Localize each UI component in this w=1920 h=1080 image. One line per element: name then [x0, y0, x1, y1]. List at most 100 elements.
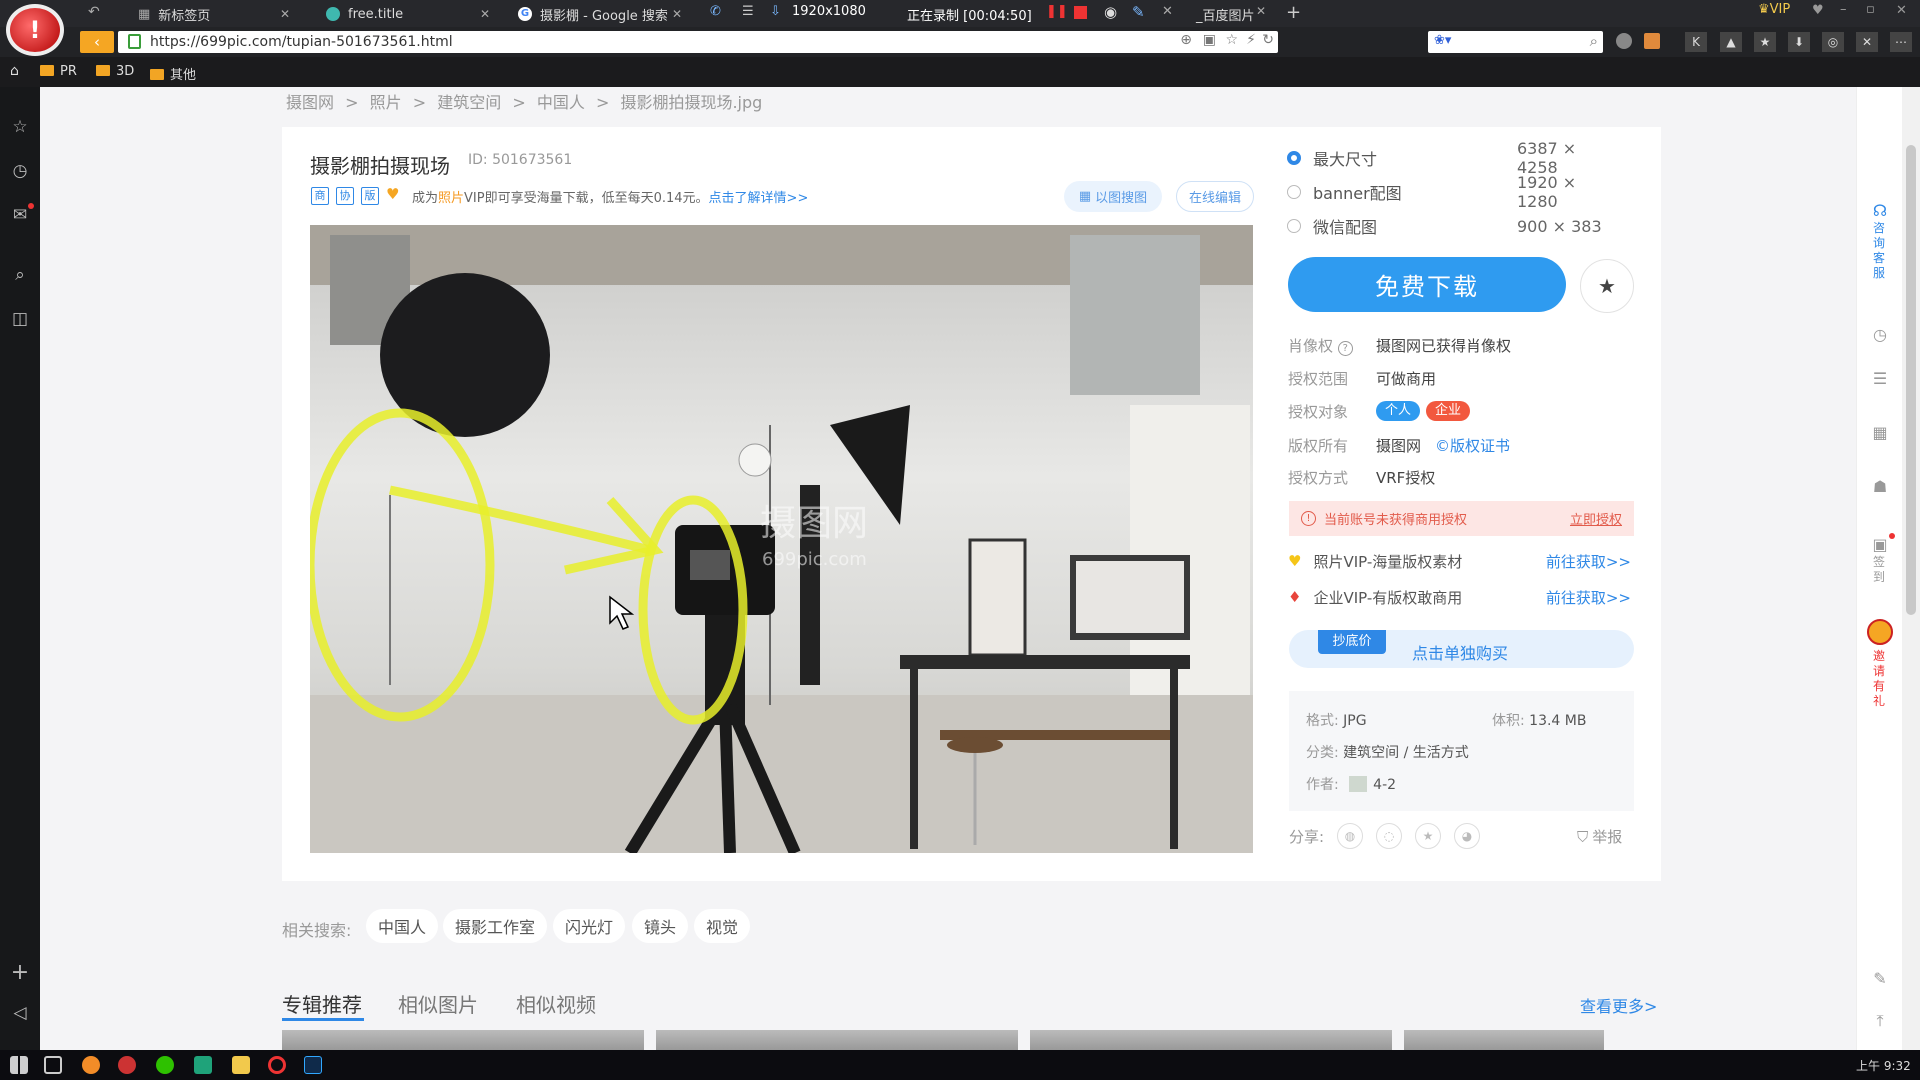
qzone-icon[interactable]: ★ — [1415, 823, 1441, 849]
pin-icon[interactable]: ⇩ — [770, 4, 781, 19]
related-tag[interactable]: 视觉 — [694, 909, 751, 943]
related-tag[interactable]: 闪光灯 — [553, 909, 626, 943]
flash-icon[interactable]: ⚡ — [1246, 32, 1256, 48]
signin-icon[interactable]: ▣ — [1870, 535, 1890, 554]
scrollbar-thumb[interactable] — [1906, 145, 1916, 615]
qq-icon[interactable]: ◍ — [1337, 823, 1363, 849]
windows-start-icon[interactable] — [10, 1056, 28, 1074]
lock-toolbar-icon[interactable]: ▲ — [1720, 32, 1742, 52]
maximize-icon[interactable]: ▫ — [1866, 2, 1875, 17]
camera-icon[interactable]: ◉ — [1104, 3, 1117, 21]
wechat-icon[interactable]: ◌ — [1376, 823, 1402, 849]
history-icon[interactable]: ◷ — [1870, 325, 1890, 344]
search-icon[interactable]: ⌕ — [1590, 32, 1598, 50]
search-by-image-button[interactable]: ▦ 以图搜图 — [1064, 181, 1162, 212]
collapse-icon[interactable]: ◁ — [10, 1003, 30, 1023]
bookmark-folder-pr[interactable]: PR — [40, 64, 77, 79]
url-input[interactable]: https://699pic.com/tupian-501673561.html… — [118, 31, 1278, 53]
signin-label[interactable]: 签到 — [1873, 555, 1889, 585]
tab-free-title[interactable]: free.title ✕ — [316, 2, 496, 26]
radio-icon[interactable] — [1287, 219, 1301, 233]
album-thumbnail[interactable] — [656, 1030, 1018, 1050]
photoshop-icon[interactable] — [304, 1056, 322, 1074]
history-clock-icon[interactable]: ◷ — [10, 161, 30, 181]
app-icon[interactable] — [118, 1056, 136, 1074]
pause-icon[interactable]: ❚❚ — [1046, 4, 1068, 19]
star-icon[interactable]: ☆ — [1225, 32, 1238, 48]
customer-service-label[interactable]: 咨询客服 — [1873, 221, 1889, 281]
breadcrumb-item[interactable]: 摄图网 — [286, 93, 334, 112]
file-explorer-icon[interactable] — [232, 1056, 250, 1074]
related-tag[interactable]: 镜头 — [632, 909, 689, 943]
album-thumbnail[interactable] — [1030, 1030, 1392, 1050]
mail-icon[interactable]: ✉ — [10, 205, 30, 225]
favorites-star-icon[interactable]: ☆ — [10, 117, 30, 137]
bookmark-folder-other[interactable]: 其他 — [150, 64, 196, 83]
refresh-icon[interactable]: ↻ — [1262, 32, 1274, 48]
download-icon[interactable]: ⬇ — [1788, 32, 1810, 52]
customer-service-icon[interactable]: ☊ — [1870, 201, 1890, 220]
view-more-link[interactable]: 查看更多> — [1580, 993, 1657, 1017]
phone-icon[interactable]: ✆ — [710, 4, 721, 19]
agreement-badge[interactable]: 协 — [336, 187, 354, 205]
skin-icon[interactable]: ♥ — [1812, 3, 1824, 18]
close-icon[interactable]: ✕ — [672, 7, 682, 21]
task-view-icon[interactable] — [44, 1056, 62, 1074]
bookmark-folder-3d[interactable]: 3D — [96, 64, 134, 79]
size-option-banner[interactable]: banner配图 1920 × 1280 — [1287, 173, 1607, 211]
report-button[interactable]: ⛉ 举报 — [1577, 826, 1622, 847]
back-to-top-icon[interactable]: ⤒ — [1870, 1011, 1890, 1031]
menu-icon[interactable]: ☰ — [742, 4, 754, 19]
album-thumbnail[interactable] — [282, 1030, 644, 1050]
vip-offer-link[interactable]: 前往获取>> — [1546, 587, 1631, 608]
stop-icon[interactable] — [1074, 6, 1087, 19]
browser-logo[interactable]: ! — [6, 4, 64, 56]
extension-icon-1[interactable] — [1616, 33, 1632, 49]
feedback-icon[interactable]: ✎ — [1870, 969, 1890, 988]
tab-new-tab[interactable]: ▦ 新标签页 ✕ — [128, 2, 296, 26]
vip-badge[interactable]: ♛VIP — [1758, 2, 1790, 17]
compat-icon[interactable]: ⊕ — [1180, 32, 1192, 48]
tab-album-recommend[interactable]: 专辑推荐 — [282, 989, 362, 1018]
close-icon[interactable]: ✕ — [480, 7, 490, 21]
copyright-certificate-link[interactable]: ©版权证书 — [1435, 435, 1510, 456]
back-history-icon[interactable]: ↶ — [88, 4, 100, 20]
promo-link[interactable]: 点击了解详情>> — [709, 191, 809, 206]
screenshot-icon[interactable]: ▣ — [1203, 32, 1216, 48]
app-3d-icon[interactable] — [194, 1056, 212, 1074]
add-icon[interactable]: + — [10, 962, 30, 984]
breadcrumb-item[interactable]: 中国人 — [537, 93, 585, 112]
favorites-icon[interactable]: ★ — [1754, 32, 1776, 52]
gamepad-icon[interactable]: ◎ — [1822, 32, 1844, 52]
window-close-icon[interactable]: ✕ — [1896, 3, 1907, 18]
online-edit-button[interactable]: 在线编辑 — [1176, 181, 1254, 212]
search-icon[interactable]: ⌕ — [10, 265, 30, 285]
copyright-badge[interactable]: 版 — [361, 187, 379, 205]
qrcode-icon[interactable]: ▦ — [1870, 423, 1890, 442]
radio-selected-icon[interactable] — [1287, 151, 1301, 165]
tab-similar-images[interactable]: 相似图片 — [398, 989, 478, 1018]
home-icon[interactable]: ⌂ — [10, 63, 19, 79]
close-recorder-icon[interactable]: ✕ — [1162, 4, 1173, 19]
author-name[interactable]: 4-2 — [1373, 777, 1396, 793]
commercial-badge[interactable]: 商 — [311, 187, 329, 205]
wechat-taskbar-icon[interactable] — [156, 1056, 174, 1074]
more-menu-icon[interactable]: ⋯ — [1890, 32, 1912, 52]
back-button[interactable]: ‹ — [80, 31, 114, 53]
invite-gift-icon[interactable] — [1867, 619, 1893, 645]
main-photo[interactable]: 摄图网 699pic.com — [310, 225, 1253, 853]
size-option-wechat[interactable]: 微信配图 900 × 383 — [1287, 214, 1607, 238]
author-avatar[interactable] — [1349, 776, 1368, 792]
close-icon[interactable]: ✕ — [280, 7, 290, 21]
help-icon[interactable]: ? — [1337, 340, 1353, 356]
tab-similar-videos[interactable]: 相似视频 — [516, 989, 596, 1018]
tab-google-search[interactable]: G 摄影棚 - Google 搜索 ✕ — [508, 2, 688, 26]
weibo-icon[interactable]: ◕ — [1454, 823, 1480, 849]
invite-label[interactable]: 邀请有礼 — [1873, 649, 1889, 709]
user-icon[interactable]: ☗ — [1870, 477, 1890, 496]
game-icon[interactable]: ◫ — [10, 309, 30, 329]
favorite-button[interactable]: ★ — [1580, 259, 1634, 313]
tab-baidu-images[interactable]: _百度图片 — [1186, 2, 1266, 26]
firefox-icon[interactable] — [82, 1056, 100, 1074]
clock[interactable]: 上午 9:32 — [1856, 1057, 1911, 1074]
